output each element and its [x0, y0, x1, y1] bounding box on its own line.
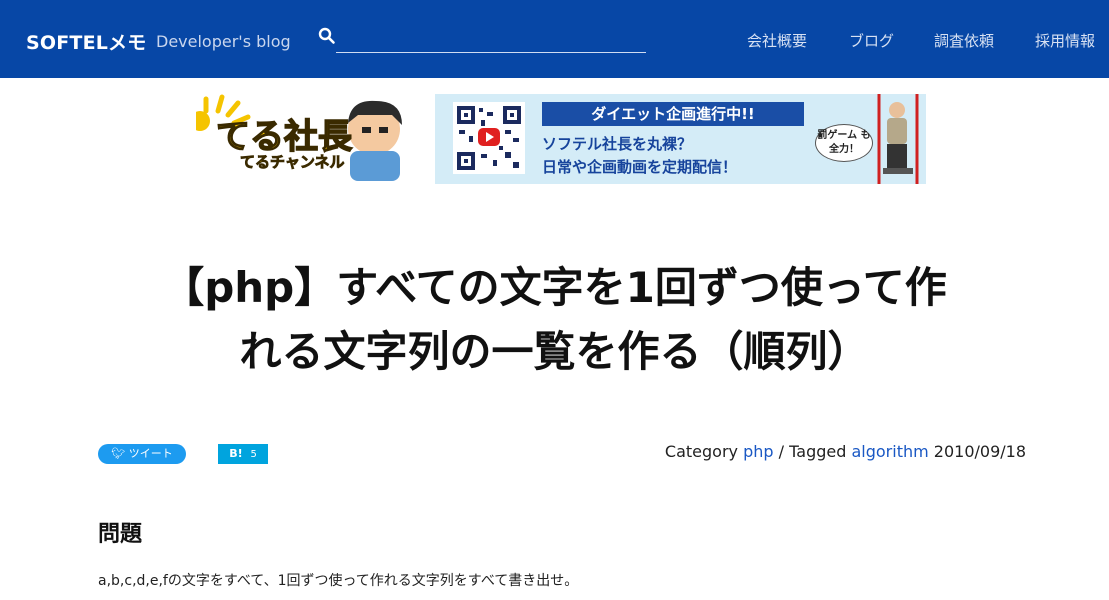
site-header: SOFTELメモ Developer's blog 会社概要 ブログ 調査依頼 …: [0, 0, 1109, 78]
channel-logo-sub: てるチャンネル: [240, 153, 345, 172]
promo-line-1: ソフテル社長を丸裸？: [542, 135, 693, 153]
hatena-bookmark-button[interactable]: B! 5: [218, 444, 268, 464]
article-title-line-2: れる文字列の一覧を作る（順列）: [239, 327, 870, 376]
nav-blog[interactable]: ブログ: [849, 30, 894, 51]
tag-link[interactable]: algorithm: [851, 442, 928, 461]
post-date: 2010/09/18: [933, 442, 1026, 461]
article-title-line-1: 【php】すべての文字を1回ずつ使って作: [162, 263, 947, 312]
tweet-label: ツイート: [128, 447, 173, 460]
twitter-bird-icon: 🐦︎: [111, 447, 126, 460]
qr-code-icon: [453, 102, 525, 174]
promo-headline: ダイエット企画進行中!!: [542, 102, 804, 126]
nav-company[interactable]: 会社概要: [747, 30, 807, 51]
tag-prefix: / Tagged: [778, 442, 847, 461]
teru-channel-banner[interactable]: てる社長 てるチャンネル: [190, 93, 416, 183]
promo-banner[interactable]: ダイエット企画進行中!! ソフテル社長を丸裸？ 日常や企画動画を定期配信！ 罰ゲ…: [435, 94, 926, 184]
person-on-swing-icon: [877, 94, 919, 184]
promo-badge: 罰ゲーム も全力！: [815, 124, 873, 162]
hatena-label: B!: [229, 447, 243, 460]
hatena-count: 5: [250, 449, 257, 460]
article-title: 【php】すべての文字を1回ずつ使って作 れる文字列の一覧を作る（順列）: [0, 256, 1109, 384]
promo-line-2: 日常や企画動画を定期配信！: [542, 158, 738, 176]
category-prefix: Category: [664, 442, 739, 461]
tweet-button[interactable]: 🐦︎ ツイート: [98, 444, 186, 464]
site-logo[interactable]: SOFTELメモ: [26, 28, 146, 55]
search-icon[interactable]: [318, 27, 336, 45]
nav-recruit[interactable]: 採用情報: [1035, 30, 1095, 51]
post-meta: Category php / Tagged algorithm 2010/09/…: [665, 442, 1026, 461]
problem-text: a,b,c,d,e,fの文字をすべて、1回ずつ使って作れる文字列をすべて書き出せ…: [98, 573, 579, 589]
nav-research-request[interactable]: 調査依頼: [934, 30, 994, 51]
section-heading: 問題: [98, 522, 143, 547]
category-link[interactable]: php: [743, 442, 773, 461]
site-subtitle: Developer's blog: [156, 32, 291, 51]
search-input[interactable]: [336, 24, 646, 53]
